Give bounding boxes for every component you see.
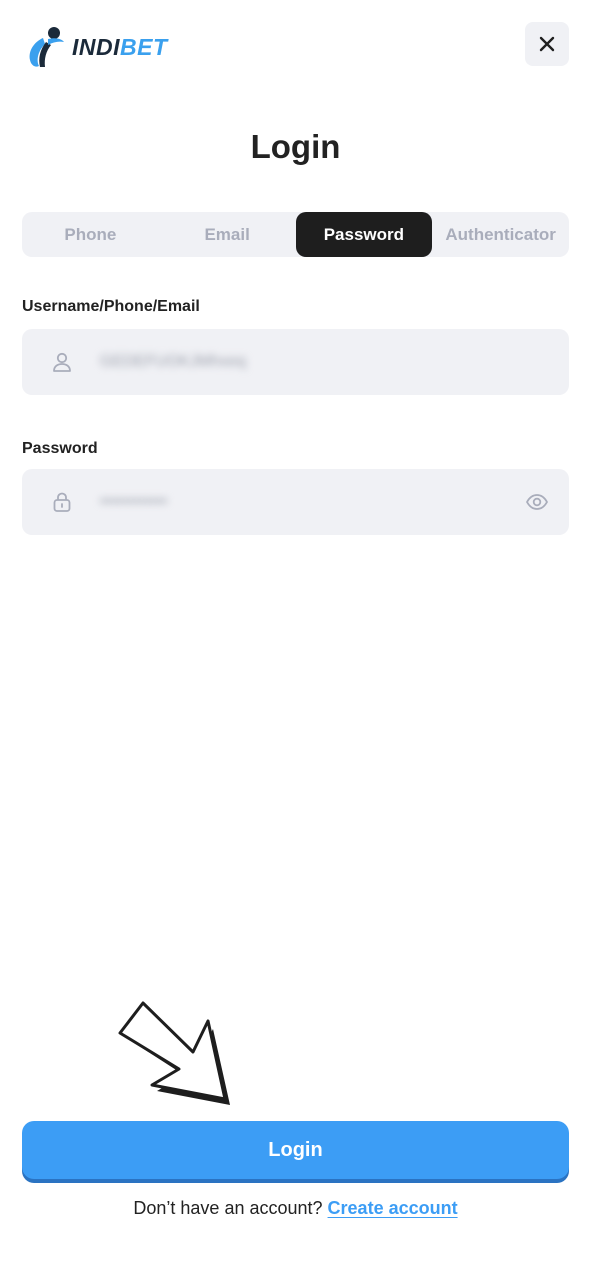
username-label: Username/Phone/Email [22,298,200,315]
indibet-logo: INDIBET [26,24,168,70]
login-page: INDIBET Login Phone Email Password Authe… [0,0,591,1280]
signup-prompt: Don’t have an account? [133,1198,323,1218]
password-value: •••••••••••• [100,493,168,510]
username-value: GEDEFUOKJMhxeq [100,353,246,370]
page-title: Login [250,128,341,165]
arrow-pointer-icon [118,1001,230,1105]
logo-text: INDIBET [72,33,168,60]
username-field[interactable]: GEDEFUOKJMhxeq [22,329,569,395]
close-button[interactable] [525,22,569,66]
login-button[interactable]: Login [22,1121,569,1179]
eye-icon[interactable] [525,490,549,514]
password-label: Password [22,440,98,457]
tab-email[interactable]: Email [159,212,296,257]
lock-icon [53,492,71,512]
close-icon [539,36,555,52]
tab-password[interactable]: Password [295,212,433,257]
password-field[interactable]: •••••••••••• [22,469,569,535]
create-account-link[interactable]: Create account [328,1198,458,1218]
logo-mark-icon [29,27,64,67]
tab-phone[interactable]: Phone [22,212,159,257]
tab-authenticator[interactable]: Authenticator [432,212,569,257]
user-icon [53,352,71,372]
signup-row: Don’t have an account? Create account [0,1198,591,1219]
logo-text-indi: INDI [72,33,120,60]
logo-text-bet: BET [120,33,168,60]
login-method-tabs: Phone Email Password Authenticator [22,212,569,257]
